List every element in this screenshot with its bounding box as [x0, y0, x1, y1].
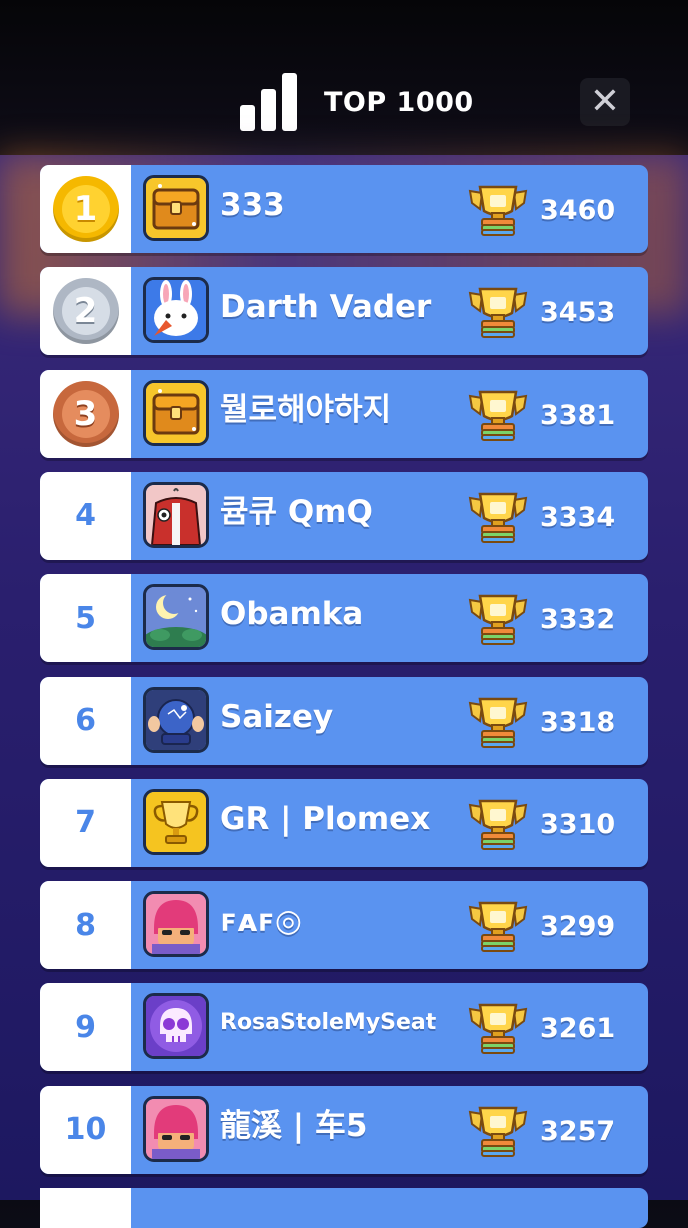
bunny-avatar-icon[interactable] [143, 277, 209, 344]
trophy-icon [468, 590, 528, 646]
trophy-icon [468, 181, 528, 237]
leaderboard-bars-icon [240, 73, 298, 131]
rank-number: 4 [75, 498, 96, 534]
skull-avatar-icon[interactable] [143, 993, 209, 1060]
player-name: 큠큐 QmQ [220, 493, 373, 530]
rank-cell [40, 1188, 131, 1228]
trophy-score: 3381 [540, 399, 616, 431]
trophy-score: 3261 [540, 1013, 616, 1045]
gold-cup-avatar-icon[interactable] [143, 788, 209, 855]
trophy-icon [468, 1102, 528, 1158]
player-name: 333 [220, 187, 285, 223]
table-row[interactable]: 3 뭘로해야하지 3381 [40, 369, 648, 458]
trophy-icon [468, 386, 528, 442]
table-row-partial[interactable] [40, 1188, 648, 1228]
rank-cell: 4 [40, 471, 131, 560]
table-row[interactable]: 8 ꜰᴀꜰ◎ 3299 [40, 881, 648, 970]
jacket-avatar-icon[interactable] [143, 481, 209, 548]
table-row[interactable]: 7 GR | Plomex 3310 [40, 778, 648, 867]
rank-cell: 10 [40, 1085, 131, 1174]
chest-avatar-icon[interactable] [143, 379, 209, 446]
rank-number: 1 [61, 185, 110, 233]
top-bar: TOP 1000 ✕ [0, 0, 688, 155]
player-name: Saizey [220, 698, 334, 735]
page-title: TOP 1000 [324, 86, 474, 118]
table-row[interactable]: 9 RosaStoleMySeat 3261 [40, 983, 648, 1072]
rank-cell: 5 [40, 574, 131, 663]
rank-cell: 8 [40, 881, 131, 970]
close-icon: ✕ [589, 81, 621, 122]
trophy-icon [468, 795, 528, 851]
trophy-icon [468, 897, 528, 953]
rank-cell: 7 [40, 778, 131, 867]
player-name: 龍溪 | 车5 [220, 1107, 368, 1144]
trophy-score: 3310 [540, 808, 616, 840]
player-name: Darth Vader [220, 289, 432, 326]
rank-number: 9 [75, 1009, 96, 1045]
rank-number: 10 [64, 1112, 107, 1148]
pink-hair-avatar-icon[interactable] [143, 891, 209, 958]
rank-number: 2 [61, 287, 110, 336]
player-name: Obamka [220, 596, 364, 633]
close-button[interactable]: ✕ [580, 78, 630, 126]
rank-number: 5 [75, 600, 96, 636]
table-row[interactable]: 4 큠큐 QmQ 3334 [40, 471, 648, 560]
table-row[interactable]: 2 Darth Vader 3453 [40, 267, 648, 356]
bronze-medal-icon: 3 [52, 380, 119, 447]
player-name: ꜰᴀꜰ◎ [220, 903, 302, 940]
table-row[interactable]: 5 Obamka 3332 [40, 574, 648, 663]
rank-cell: 1 [40, 165, 131, 253]
silver-medal-icon: 2 [52, 278, 119, 345]
trophy-score: 3318 [540, 706, 616, 738]
trophy-icon [468, 488, 528, 544]
crystal-ball-avatar-icon[interactable] [143, 686, 209, 753]
rank-number: 7 [75, 805, 96, 841]
pink-hair-avatar-icon[interactable] [143, 1095, 209, 1162]
trophy-icon [468, 693, 528, 749]
title-group: TOP 1000 [240, 72, 474, 132]
player-name: 뭘로해야하지 [220, 391, 392, 428]
rank-cell: 3 [40, 369, 131, 458]
trophy-score: 3257 [540, 1115, 616, 1147]
player-name: RosaStoleMySeat [220, 1010, 437, 1036]
rank-cell: 9 [40, 983, 131, 1072]
trophy-score: 3332 [540, 604, 616, 636]
player-name: GR | Plomex [220, 800, 431, 837]
rank-number: 8 [75, 907, 96, 943]
gold-medal-icon: 1 [52, 176, 119, 242]
table-row[interactable]: 10 龍溪 | 车5 3257 [40, 1085, 648, 1174]
trophy-score: 3453 [540, 297, 616, 329]
rank-number: 6 [75, 703, 96, 738]
rank-number: 3 [61, 389, 110, 438]
trophy-icon [468, 283, 528, 339]
moon-night-avatar-icon[interactable] [143, 584, 209, 651]
rank-cell: 2 [40, 267, 131, 356]
trophy-score: 3460 [540, 195, 616, 226]
trophy-icon [468, 999, 528, 1055]
trophy-score: 3299 [540, 911, 616, 943]
rank-cell: 6 [40, 676, 131, 765]
chest-avatar-icon[interactable] [143, 175, 209, 241]
trophy-score: 3334 [540, 501, 616, 533]
table-row[interactable]: 6 Saizey 3318 [40, 676, 648, 765]
table-row[interactable]: 1 333 3460 [40, 165, 648, 253]
